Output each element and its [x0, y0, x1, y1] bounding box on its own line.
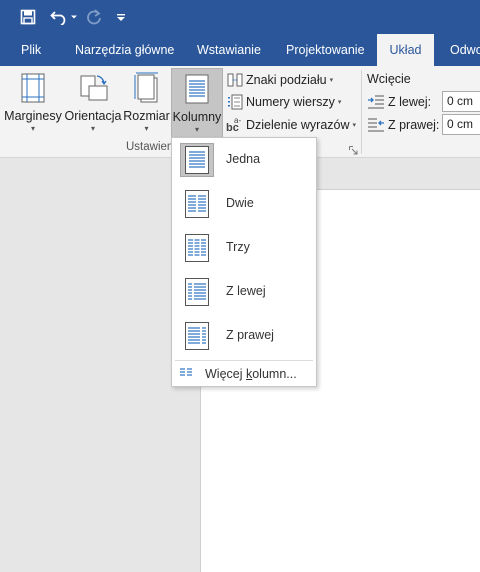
more-columns-label: Więcej kolumn...	[205, 367, 297, 381]
right-column-icon	[180, 319, 214, 353]
line-numbers-label: Numery wierszy	[246, 95, 335, 109]
more-columns-icon	[179, 367, 193, 382]
save-icon[interactable]	[16, 6, 40, 28]
menu-separator	[175, 360, 313, 361]
orientation-label: Orientacja	[64, 109, 122, 123]
line-numbers-button[interactable]: Numery wierszy ▾	[226, 92, 341, 112]
indent-left-label: Z lewej:	[388, 95, 432, 109]
hyphenation-icon: bc a-	[226, 116, 244, 134]
page-setup-group-label: Ustawien	[126, 141, 174, 153]
indent-left-row: Z lewej:	[367, 92, 431, 112]
menu-item-left-column[interactable]: Z lewej	[175, 272, 313, 312]
chevron-down-icon: ▾	[30, 124, 35, 133]
svg-text:a-: a-	[234, 117, 241, 125]
breaks-icon	[226, 71, 244, 89]
customize-icon[interactable]	[114, 6, 128, 28]
dialog-launcher-icon[interactable]	[349, 144, 358, 155]
line-numbers-icon	[226, 93, 244, 111]
menu-item-label: Z lewej	[226, 284, 266, 298]
hyphenation-label: Dzielenie wyrazów	[246, 118, 350, 132]
menu-item-one-column[interactable]: Jedna	[175, 140, 313, 180]
menu-item-label: Z prawej	[226, 328, 274, 342]
undo-icon[interactable]	[48, 6, 70, 28]
tab-file[interactable]: Plik	[21, 34, 41, 66]
one-column-icon	[180, 143, 214, 177]
menu-item-right-column[interactable]: Z prawej	[175, 316, 313, 356]
size-label: Rozmiar	[123, 109, 170, 123]
breaks-label: Znaki podziału	[246, 73, 327, 87]
margins-button[interactable]: Marginesy ▾	[3, 68, 63, 140]
indent-right-icon	[367, 117, 385, 133]
margins-icon	[19, 72, 47, 107]
chevron-down-icon: ▾	[90, 124, 95, 133]
menu-item-label: Dwie	[226, 196, 254, 210]
columns-icon	[184, 73, 210, 108]
ribbon-tabs: Plik Narzędzia główne Wstawianie Projekt…	[0, 34, 480, 66]
more-columns-item[interactable]: Więcej kolumn...	[175, 363, 313, 385]
tab-insert[interactable]: Wstawianie	[197, 34, 261, 66]
group-separator	[361, 70, 362, 154]
orientation-icon	[77, 72, 109, 107]
menu-item-label: Trzy	[226, 240, 250, 254]
three-columns-icon	[180, 231, 214, 265]
hyphenation-button[interactable]: bc a- Dzielenie wyrazów ▾	[226, 115, 356, 135]
two-columns-icon	[180, 187, 214, 221]
tab-references[interactable]: Odwo	[450, 34, 480, 66]
chevron-down-icon: ▾	[194, 125, 199, 134]
redo-icon[interactable]	[84, 6, 104, 28]
menu-item-two-columns[interactable]: Dwie	[175, 184, 313, 224]
left-column-icon	[180, 275, 214, 309]
menu-item-label: Jedna	[226, 152, 261, 166]
indent-right-input[interactable]: 0 cm	[442, 114, 480, 135]
indent-left-input[interactable]: 0 cm	[442, 91, 480, 112]
orientation-button[interactable]: Orientacja ▾	[64, 68, 122, 140]
columns-button[interactable]: Kolumny ▾	[171, 68, 223, 140]
tab-layout[interactable]: Układ	[377, 34, 434, 66]
indent-left-icon	[367, 94, 385, 110]
tab-design[interactable]: Projektowanie	[286, 34, 365, 66]
breaks-button[interactable]: Znaki podziału ▾	[226, 70, 333, 90]
indent-title: Wcięcie	[367, 72, 411, 86]
chevron-down-icon: ▾	[337, 99, 342, 106]
chevron-down-icon: ▾	[352, 122, 357, 129]
tab-home[interactable]: Narzędzia główne	[75, 34, 174, 66]
indent-right-row: Z prawej:	[367, 115, 439, 135]
size-icon	[133, 72, 161, 107]
indent-right-label: Z prawej:	[388, 118, 440, 132]
margins-label: Marginesy	[4, 109, 62, 123]
undo-dropdown-icon[interactable]	[69, 6, 79, 28]
columns-label: Kolumny	[172, 110, 222, 124]
menu-item-three-columns[interactable]: Trzy	[175, 228, 313, 268]
chevron-down-icon: ▾	[329, 77, 334, 84]
title-bar	[0, 0, 480, 34]
size-button[interactable]: Rozmiar ▾	[123, 68, 170, 140]
chevron-down-icon: ▾	[144, 124, 149, 133]
columns-menu: Jedna Dwie Trzy Z lewej Z prawej Więcej …	[171, 137, 317, 387]
